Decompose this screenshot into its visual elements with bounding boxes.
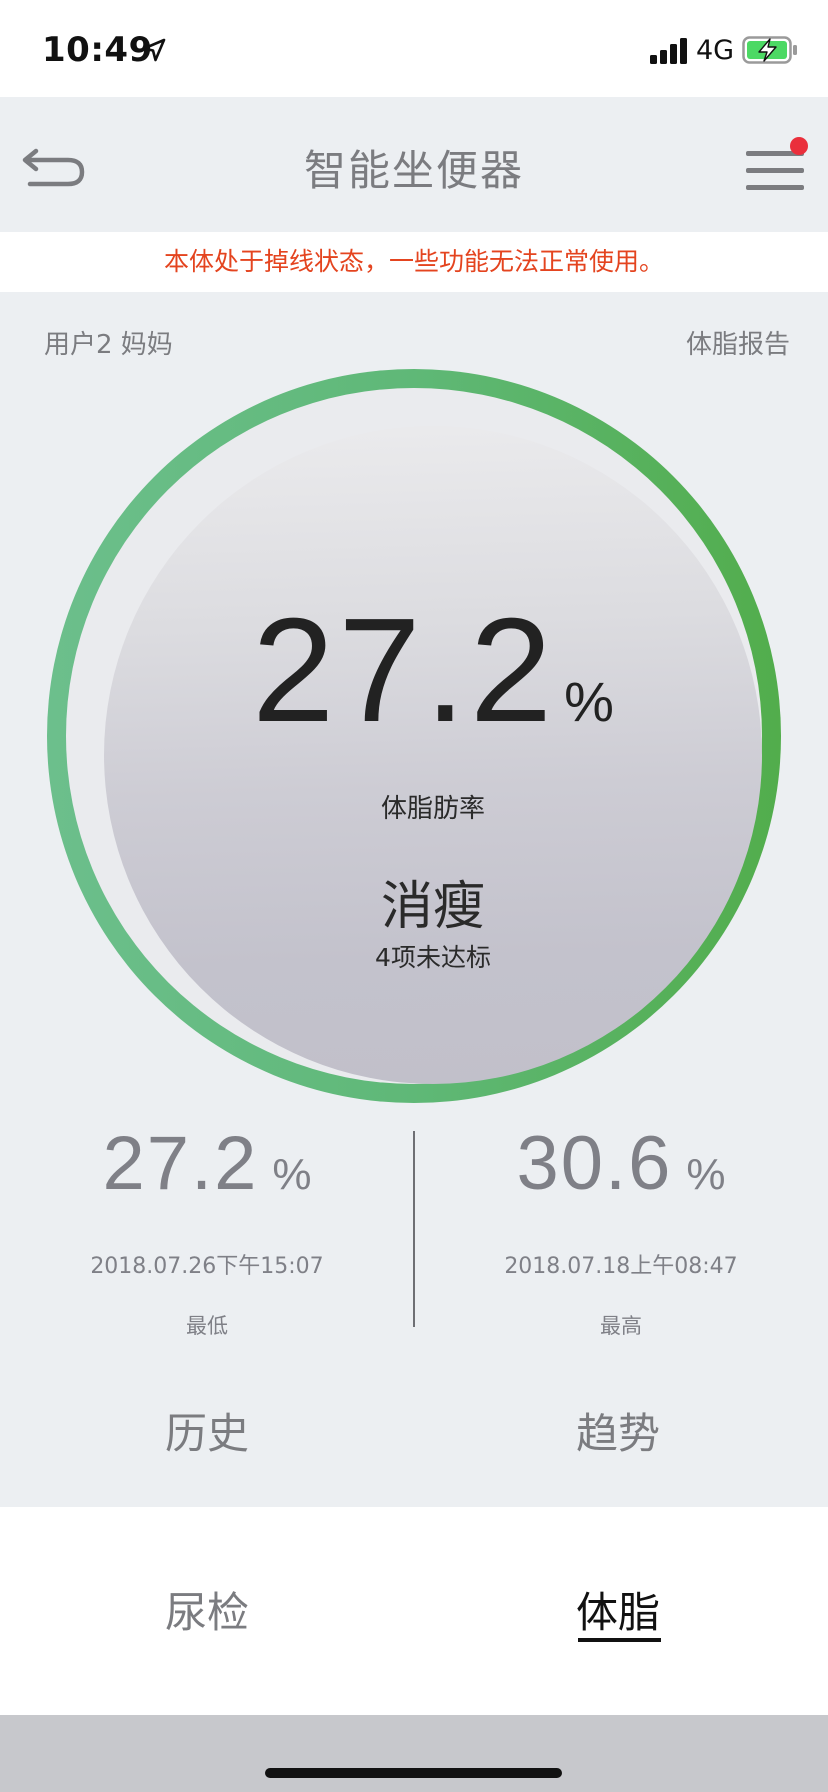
home-indicator[interactable] <box>265 1768 562 1778</box>
min-value: 27.2% <box>0 1120 414 1220</box>
battery-charging-icon <box>742 36 797 64</box>
user-label[interactable]: 用户2 妈妈 <box>44 324 173 361</box>
min-unit: % <box>272 1150 312 1199</box>
tab-urine-test[interactable]: 尿检 <box>107 1579 307 1640</box>
body-fat-value: 27.2% <box>104 586 762 756</box>
location-arrow-icon <box>142 38 166 62</box>
menu-line-middle <box>746 168 804 173</box>
status-bar: 10:49 4G <box>0 0 828 97</box>
offline-warning-banner: 本体处于掉线状态，一些功能无法正常使用。 <box>0 232 828 292</box>
min-date: 2018.07.26下午15:07 <box>90 1254 324 1279</box>
home-indicator-area <box>0 1715 828 1792</box>
menu-line-bottom <box>746 185 804 190</box>
max-caption: 最高 <box>600 1314 642 1338</box>
body-type-status: 消瘦 <box>380 877 485 937</box>
min-stat: 27.2% 2018.07.26下午15:07 最低 <box>0 1120 414 1340</box>
gauge-ring-gap: 27.2% 体脂肪率 消瘦 4项未达标 <box>66 388 762 1084</box>
trend-button[interactable]: 趋势 <box>518 1400 718 1461</box>
body-fat-gauge-ring: 27.2% 体脂肪率 消瘦 4项未达标 <box>47 369 781 1103</box>
min-caption: 最低 <box>186 1314 228 1338</box>
max-value: 30.6% <box>414 1120 828 1220</box>
max-unit: % <box>686 1150 726 1199</box>
body-fat-label: 体脂肪率 <box>380 794 485 824</box>
body-fat-unit: % <box>564 670 614 733</box>
bottom-tab-bar: 尿检 体脂 <box>0 1507 828 1715</box>
body-fat-report-link[interactable]: 体脂报告 <box>686 324 790 361</box>
navigation-bar: 智能坐便器 <box>0 97 828 232</box>
unmet-items-count: 4项未达标 <box>375 943 491 972</box>
history-button[interactable]: 历史 <box>107 1400 307 1461</box>
app-root: 10:49 4G 智能坐便器 本体处于掉线状态，一些功能无法正常使用。 用户2 … <box>0 0 828 1792</box>
status-time: 10:49 <box>42 30 153 70</box>
network-type-label: 4G <box>696 35 735 66</box>
body-fat-number: 27.2 <box>252 588 557 753</box>
max-number: 30.6 <box>516 1121 673 1206</box>
page-title: 智能坐便器 <box>303 146 524 195</box>
min-number: 27.2 <box>102 1121 259 1206</box>
max-stat: 30.6% 2018.07.18上午08:47 最高 <box>414 1120 828 1340</box>
notification-dot <box>790 137 808 155</box>
body-fat-gauge: 27.2% 体脂肪率 消瘦 4项未达标 <box>104 426 762 1084</box>
tab-body-fat[interactable]: 体脂 <box>518 1579 718 1640</box>
cellular-signal-icon <box>650 38 687 64</box>
active-tab-indicator <box>578 1638 661 1642</box>
menu-button[interactable] <box>742 137 808 195</box>
max-date: 2018.07.18上午08:47 <box>504 1254 738 1279</box>
